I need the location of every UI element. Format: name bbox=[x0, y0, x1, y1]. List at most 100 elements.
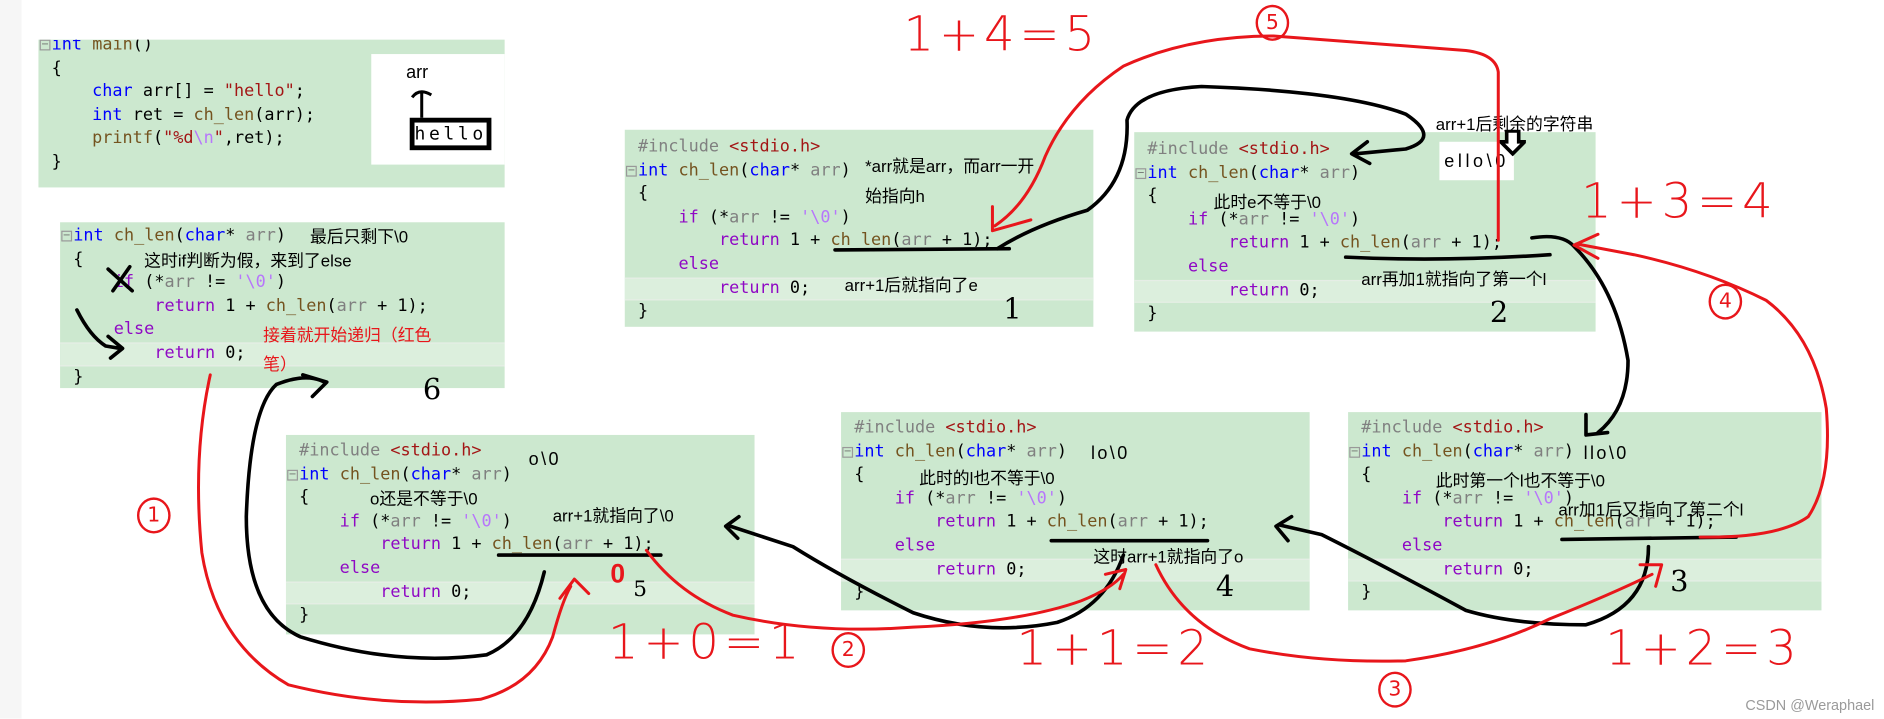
code-panel-main: − int main(){char arr[] = "hello"; int ret… bbox=[38, 39, 505, 188]
code-token: <stdio.h> bbox=[1238, 139, 1330, 159]
code-token: arr bbox=[1452, 488, 1483, 508]
code-token: return bbox=[154, 296, 216, 316]
code-token: return bbox=[154, 343, 216, 363]
return-sum-1: 1+0=1 bbox=[607, 615, 805, 671]
annotation: 此时e不等于\0 bbox=[1213, 192, 1322, 212]
code-line: { bbox=[625, 183, 1094, 207]
code-token: arr bbox=[471, 464, 502, 484]
code-line: else bbox=[1348, 535, 1821, 559]
code-token: (* bbox=[134, 272, 165, 293]
code-token: arr bbox=[729, 207, 760, 227]
code-line: if (*arr != '\0') bbox=[841, 488, 1310, 512]
code-token: 1 + bbox=[440, 535, 492, 555]
code-token: arr bbox=[1533, 441, 1564, 461]
code-token: ch_len bbox=[339, 464, 401, 484]
code-line: if (*arr != '\0') bbox=[286, 510, 755, 534]
code-token: } bbox=[1361, 582, 1372, 603]
code-token: { bbox=[1361, 465, 1372, 485]
code-line: #include <stdio.h> bbox=[1134, 138, 1595, 162]
code-token: ch_len bbox=[1187, 162, 1249, 183]
code-panel-call-6: − int ch_len(char* arr){if (*arr != '\0')… bbox=[60, 222, 505, 389]
code-token: != bbox=[759, 207, 801, 227]
code-token: + 1); bbox=[1441, 233, 1502, 253]
code-line: if (*arr != '\0') bbox=[625, 206, 1094, 230]
code-token: 0; bbox=[779, 278, 811, 298]
code-token: ) bbox=[275, 225, 287, 246]
fold-toggle-icon[interactable]: − bbox=[61, 230, 73, 242]
code-token: int bbox=[73, 225, 104, 246]
code-token: arr bbox=[1319, 162, 1351, 183]
code-token: arr[] = bbox=[132, 81, 224, 102]
code-token: != bbox=[975, 488, 1017, 508]
code-token: arr bbox=[245, 225, 276, 246]
annotation: arr再加1就指向了第一个l bbox=[1361, 269, 1547, 289]
fold-toggle-icon[interactable]: − bbox=[1135, 167, 1147, 179]
code-token: ( bbox=[326, 296, 337, 316]
code-token: return bbox=[719, 278, 780, 298]
code-token: arr bbox=[164, 272, 195, 293]
code-token: int bbox=[1361, 441, 1392, 461]
fold-toggle-icon[interactable]: − bbox=[625, 165, 637, 177]
fold-toggle-icon[interactable]: − bbox=[287, 469, 298, 481]
code-token: else bbox=[1401, 535, 1443, 556]
code-token: return bbox=[1228, 280, 1290, 300]
code-token: ch_len bbox=[491, 535, 553, 555]
fold-toggle-icon[interactable]: − bbox=[1349, 446, 1361, 458]
code-token: { bbox=[73, 249, 84, 269]
code-token: 1 + bbox=[1503, 512, 1554, 532]
code-line: else bbox=[625, 253, 1094, 277]
code-token: ( bbox=[739, 160, 750, 180]
annotation: 此时第一个l也不等于\0 bbox=[1435, 470, 1605, 491]
code-line: − int ch_len(char* arr) bbox=[286, 463, 755, 487]
code-line: return 0; bbox=[285, 581, 755, 605]
code-token: { bbox=[299, 488, 310, 508]
code-token: return bbox=[380, 582, 441, 602]
code-token: 0; bbox=[1503, 559, 1534, 579]
fold-toggle-icon[interactable]: − bbox=[842, 446, 854, 458]
code-line: else bbox=[286, 557, 755, 581]
code-token: if bbox=[113, 272, 135, 293]
code-token: != bbox=[420, 511, 462, 531]
code-token: } bbox=[854, 582, 865, 603]
code-line: { bbox=[1134, 185, 1595, 209]
code-token: ( bbox=[955, 441, 966, 461]
string-box: hello bbox=[409, 117, 492, 151]
code-token: ch_len bbox=[1046, 512, 1108, 532]
code-token: { bbox=[854, 465, 865, 485]
code-token: ch_len bbox=[894, 441, 956, 461]
step-number: 4 bbox=[1215, 569, 1235, 604]
code-token: != bbox=[1482, 488, 1524, 508]
code-token: \n bbox=[193, 129, 214, 149]
code-token: 0; bbox=[440, 582, 472, 602]
annotation: 始指向h bbox=[865, 186, 925, 206]
code-token: ; bbox=[294, 81, 305, 102]
code-token: { bbox=[1147, 186, 1158, 206]
annotation: arr加1后又指向了第二个l bbox=[1558, 499, 1744, 520]
code-token: ( bbox=[1107, 512, 1118, 532]
code-token: '\0' bbox=[461, 511, 502, 531]
code-token: ) bbox=[1350, 162, 1361, 183]
circled-step: 1 bbox=[136, 497, 171, 534]
code-line: return 1 + ch_len(arr + 1); bbox=[286, 534, 755, 558]
code-token: #include bbox=[854, 418, 946, 438]
code-token: return bbox=[380, 535, 441, 555]
code-token: '\0' bbox=[1016, 488, 1057, 508]
code-line: if (*arr != '\0') bbox=[60, 272, 505, 296]
code-token: return bbox=[719, 231, 780, 251]
code-token: '\0' bbox=[1309, 209, 1351, 230]
code-line: return 1 + ch_len(arr + 1); bbox=[841, 511, 1310, 535]
code-token: (* bbox=[698, 207, 730, 227]
fold-toggle-icon[interactable]: − bbox=[39, 39, 51, 51]
circled-step: 2 bbox=[831, 631, 866, 669]
code-token: int bbox=[1147, 162, 1178, 183]
code-line: − int ch_len(char* arr) bbox=[1134, 162, 1595, 186]
code-line: if (*arr != '\0') bbox=[1134, 209, 1595, 233]
code-token: * bbox=[789, 160, 811, 180]
code-token: ch_len bbox=[1339, 233, 1401, 253]
code-token: int bbox=[637, 160, 669, 180]
code-token: { bbox=[637, 184, 649, 204]
circled-step: 3 bbox=[1378, 671, 1412, 708]
code-token: ch_len bbox=[1401, 441, 1463, 461]
